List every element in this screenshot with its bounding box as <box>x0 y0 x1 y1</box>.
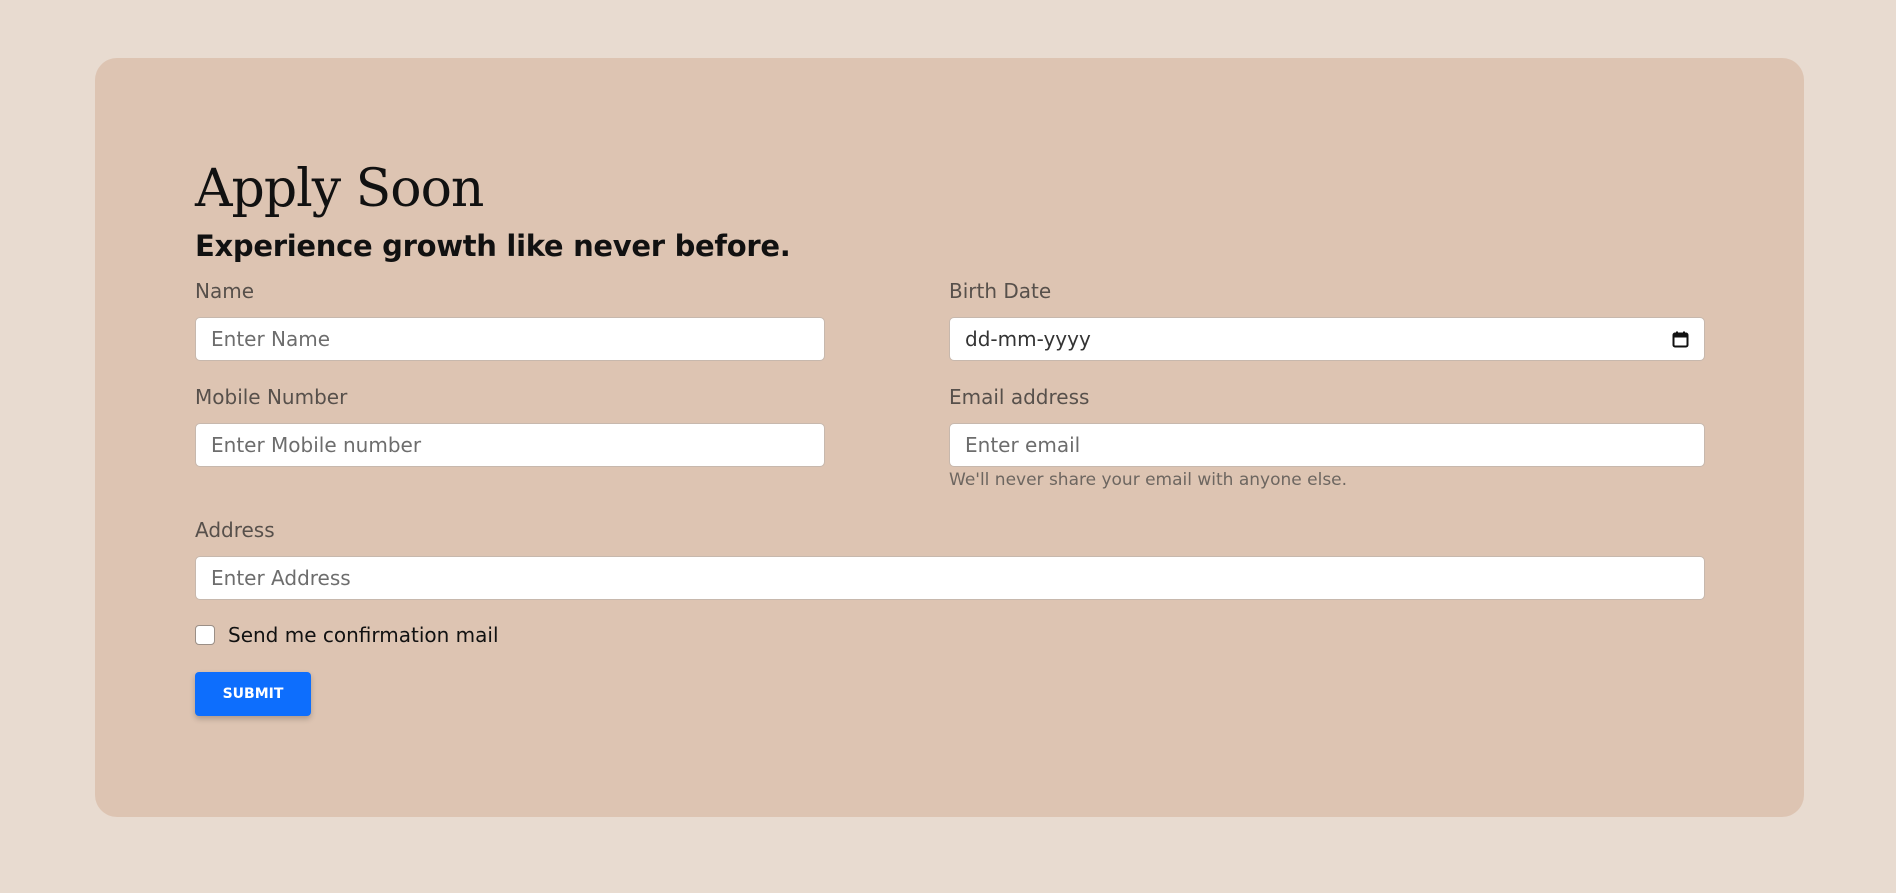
form-subtitle: Experience growth like never before. <box>195 229 791 263</box>
submit-button[interactable]: SUBMIT <box>195 672 311 716</box>
calendar-icon[interactable] <box>1672 331 1689 348</box>
email-input[interactable] <box>949 423 1705 467</box>
name-input[interactable] <box>195 317 825 361</box>
email-address-label: Email address <box>949 385 1090 409</box>
confirmation-mail-checkbox[interactable] <box>195 625 215 645</box>
birth-date-placeholder: dd-mm-yyyy <box>965 327 1091 351</box>
mobile-number-label: Mobile Number <box>195 385 348 409</box>
mobile-number-input[interactable] <box>195 423 825 467</box>
confirmation-mail-label[interactable]: Send me confirmation mail <box>228 622 499 648</box>
name-label: Name <box>195 279 255 303</box>
address-label: Address <box>195 518 275 542</box>
birth-date-label: Birth Date <box>949 279 1052 303</box>
address-input[interactable] <box>195 556 1705 600</box>
email-help-text: We'll never share your email with anyone… <box>949 470 1348 490</box>
form-title: Apply Soon <box>195 159 484 219</box>
birth-date-input[interactable]: dd-mm-yyyy <box>949 317 1705 361</box>
